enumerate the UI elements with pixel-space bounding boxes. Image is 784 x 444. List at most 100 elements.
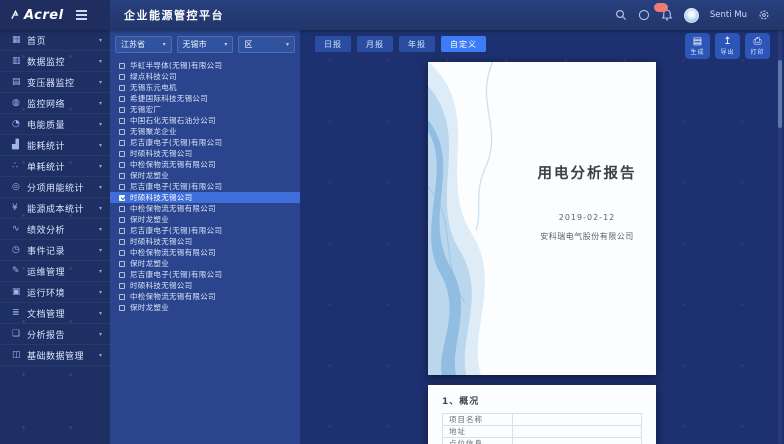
sidebar-item[interactable]: ◔ 电能质量 ▾	[0, 114, 110, 135]
company-checkbox[interactable]	[119, 140, 125, 146]
sidebar-item[interactable]: ∿ 绩效分析 ▾	[0, 219, 110, 240]
company-name: 保时龙塑业	[130, 258, 169, 269]
sidebar-item-label: 数据监控	[27, 55, 65, 68]
sidebar-item[interactable]: ∴ 单耗统计 ▾	[0, 156, 110, 177]
company-row[interactable]: 无锡聚龙企业	[110, 126, 300, 137]
company-checkbox[interactable]	[119, 217, 125, 223]
sidebar-item[interactable]: ▤ 变压器监控 ▾	[0, 72, 110, 93]
sidebar-item[interactable]: ◷ 事件记录 ▾	[0, 240, 110, 261]
company-row[interactable]: 无锡东元电机	[110, 82, 300, 93]
report-tab[interactable]: 自定义	[441, 36, 486, 52]
sidebar-item-label: 单耗统计	[27, 160, 65, 173]
company-row[interactable]: 保时龙塑业	[110, 258, 300, 269]
company-row[interactable]: 无锡宏厂	[110, 104, 300, 115]
avatar[interactable]	[684, 8, 699, 23]
toolbar-action-button[interactable]: ↥ 导出	[715, 33, 740, 59]
company-row[interactable]: 中国石化无锡石油分公司	[110, 115, 300, 126]
sidebar-item[interactable]: ▥ 数据监控 ▾	[0, 51, 110, 72]
overview-row: 项目名称	[443, 414, 642, 426]
company-checkbox[interactable]	[119, 239, 125, 245]
toolbar-action-button[interactable]: ▤ 生成	[685, 33, 710, 59]
company-checkbox[interactable]	[119, 195, 125, 201]
sidebar-item-label: 能耗统计	[27, 139, 65, 152]
search-icon[interactable]	[615, 9, 627, 21]
company-row[interactable]: 保时龙塑业	[110, 170, 300, 181]
company-row[interactable]: 时硕科技无锡公司	[110, 192, 300, 203]
region-select[interactable]: 江苏省 ▾	[115, 36, 172, 53]
company-row[interactable]: 绿点科技公司	[110, 71, 300, 82]
region-select[interactable]: 区 ▾	[238, 36, 295, 53]
company-row[interactable]: 中检保物流无锡有限公司	[110, 159, 300, 170]
company-checkbox[interactable]	[119, 294, 125, 300]
toolbar-action-button[interactable]: ⎙ 打印	[745, 33, 770, 59]
company-checkbox[interactable]	[119, 129, 125, 135]
company-checkbox[interactable]	[119, 162, 125, 168]
company-name: 绿点科技公司	[130, 71, 177, 82]
company-row[interactable]: 尼吉康电子(无锡)有限公司	[110, 181, 300, 192]
report-tab[interactable]: 月报	[357, 36, 393, 52]
company-checkbox[interactable]	[119, 85, 125, 91]
company-row[interactable]: 希捷国际科技无锡公司	[110, 93, 300, 104]
company-checkbox[interactable]	[119, 305, 125, 311]
company-row[interactable]: 华虹半导体(无锡)有限公司	[110, 60, 300, 71]
sidebar-item-icon: ▦	[12, 35, 27, 45]
action-icon: ↥	[723, 36, 731, 47]
sidebar-item[interactable]: ▟ 能耗统计 ▾	[0, 135, 110, 156]
company-row[interactable]: 中检保物流无锡有限公司	[110, 247, 300, 258]
company-checkbox[interactable]	[119, 151, 125, 157]
company-checkbox[interactable]	[119, 272, 125, 278]
sidebar-item[interactable]: ◎ 分项用能统计 ▾	[0, 177, 110, 198]
sidebar-item-icon: ◎	[12, 182, 27, 192]
company-checkbox[interactable]	[119, 250, 125, 256]
sidebar-item[interactable]: ◫ 基础数据管理 ▾	[0, 345, 110, 366]
company-checkbox[interactable]	[119, 118, 125, 124]
company-checkbox[interactable]	[119, 74, 125, 80]
report-tab[interactable]: 日报	[315, 36, 351, 52]
sidebar-item-label: 绩效分析	[27, 223, 65, 236]
company-name: 尼吉康电子(无锡)有限公司	[130, 225, 222, 236]
company-checkbox[interactable]	[119, 63, 125, 69]
sidebar-item[interactable]: ✎ 运维管理 ▾	[0, 261, 110, 282]
company-row[interactable]: 尼吉康电子(无锡)有限公司	[110, 269, 300, 280]
notifications-button[interactable]	[661, 9, 673, 21]
company-row[interactable]: 尼吉康电子(无锡)有限公司	[110, 225, 300, 236]
company-checkbox[interactable]	[119, 206, 125, 212]
sidebar-item-label: 运行环境	[27, 286, 65, 299]
company-checkbox[interactable]	[119, 261, 125, 267]
company-checkbox[interactable]	[119, 173, 125, 179]
chevron-down-icon: ▾	[99, 58, 102, 65]
company-row[interactable]: 中检保物流无锡有限公司	[110, 291, 300, 302]
sidebar-item[interactable]: ▦ 首页 ▾	[0, 30, 110, 51]
company-row[interactable]: 保时龙塑业	[110, 214, 300, 225]
menu-toggle-icon[interactable]	[76, 10, 87, 20]
region-select[interactable]: 无锡市 ▾	[177, 36, 234, 53]
company-list: 华虹半导体(无锡)有限公司 绿点科技公司 无锡东元电机 希捷国际科技无锡公司	[110, 60, 300, 313]
sidebar-item[interactable]: ❏ 分析报告 ▾	[0, 324, 110, 345]
company-name: 中检保物流无锡有限公司	[130, 203, 216, 214]
scrollbar-thumb[interactable]	[778, 60, 782, 128]
company-row[interactable]: 时硕科技无锡公司	[110, 280, 300, 291]
sidebar-item[interactable]: ≣ 文档管理 ▾	[0, 303, 110, 324]
company-checkbox[interactable]	[119, 107, 125, 113]
sidebar-item[interactable]: ◍ 监控网络 ▾	[0, 93, 110, 114]
company-checkbox[interactable]	[119, 184, 125, 190]
chevron-down-icon: ▾	[99, 37, 102, 44]
company-row[interactable]: 时硕科技无锡公司	[110, 236, 300, 247]
region-select-value: 无锡市	[183, 39, 207, 50]
sidebar-item[interactable]: ▣ 运行环境 ▾	[0, 282, 110, 303]
company-row[interactable]: 保时龙塑业	[110, 302, 300, 313]
company-row[interactable]: 尼吉康电子(无锡)有限公司	[110, 137, 300, 148]
chevron-down-icon: ▾	[99, 79, 102, 86]
sidebar-item-label: 变压器监控	[27, 76, 75, 89]
fullscreen-icon[interactable]	[638, 9, 650, 21]
company-row[interactable]: 中检保物流无锡有限公司	[110, 203, 300, 214]
settings-icon[interactable]	[758, 9, 770, 21]
report-tab[interactable]: 年报	[399, 36, 435, 52]
company-row[interactable]: 时硕科技无锡公司	[110, 148, 300, 159]
sidebar-item[interactable]: ¥ 能源成本统计 ▾	[0, 198, 110, 219]
company-checkbox[interactable]	[119, 228, 125, 234]
company-checkbox[interactable]	[119, 96, 125, 102]
company-checkbox[interactable]	[119, 283, 125, 289]
company-name: 尼吉康电子(无锡)有限公司	[130, 137, 222, 148]
sidebar-item-label: 能源成本统计	[27, 202, 84, 215]
